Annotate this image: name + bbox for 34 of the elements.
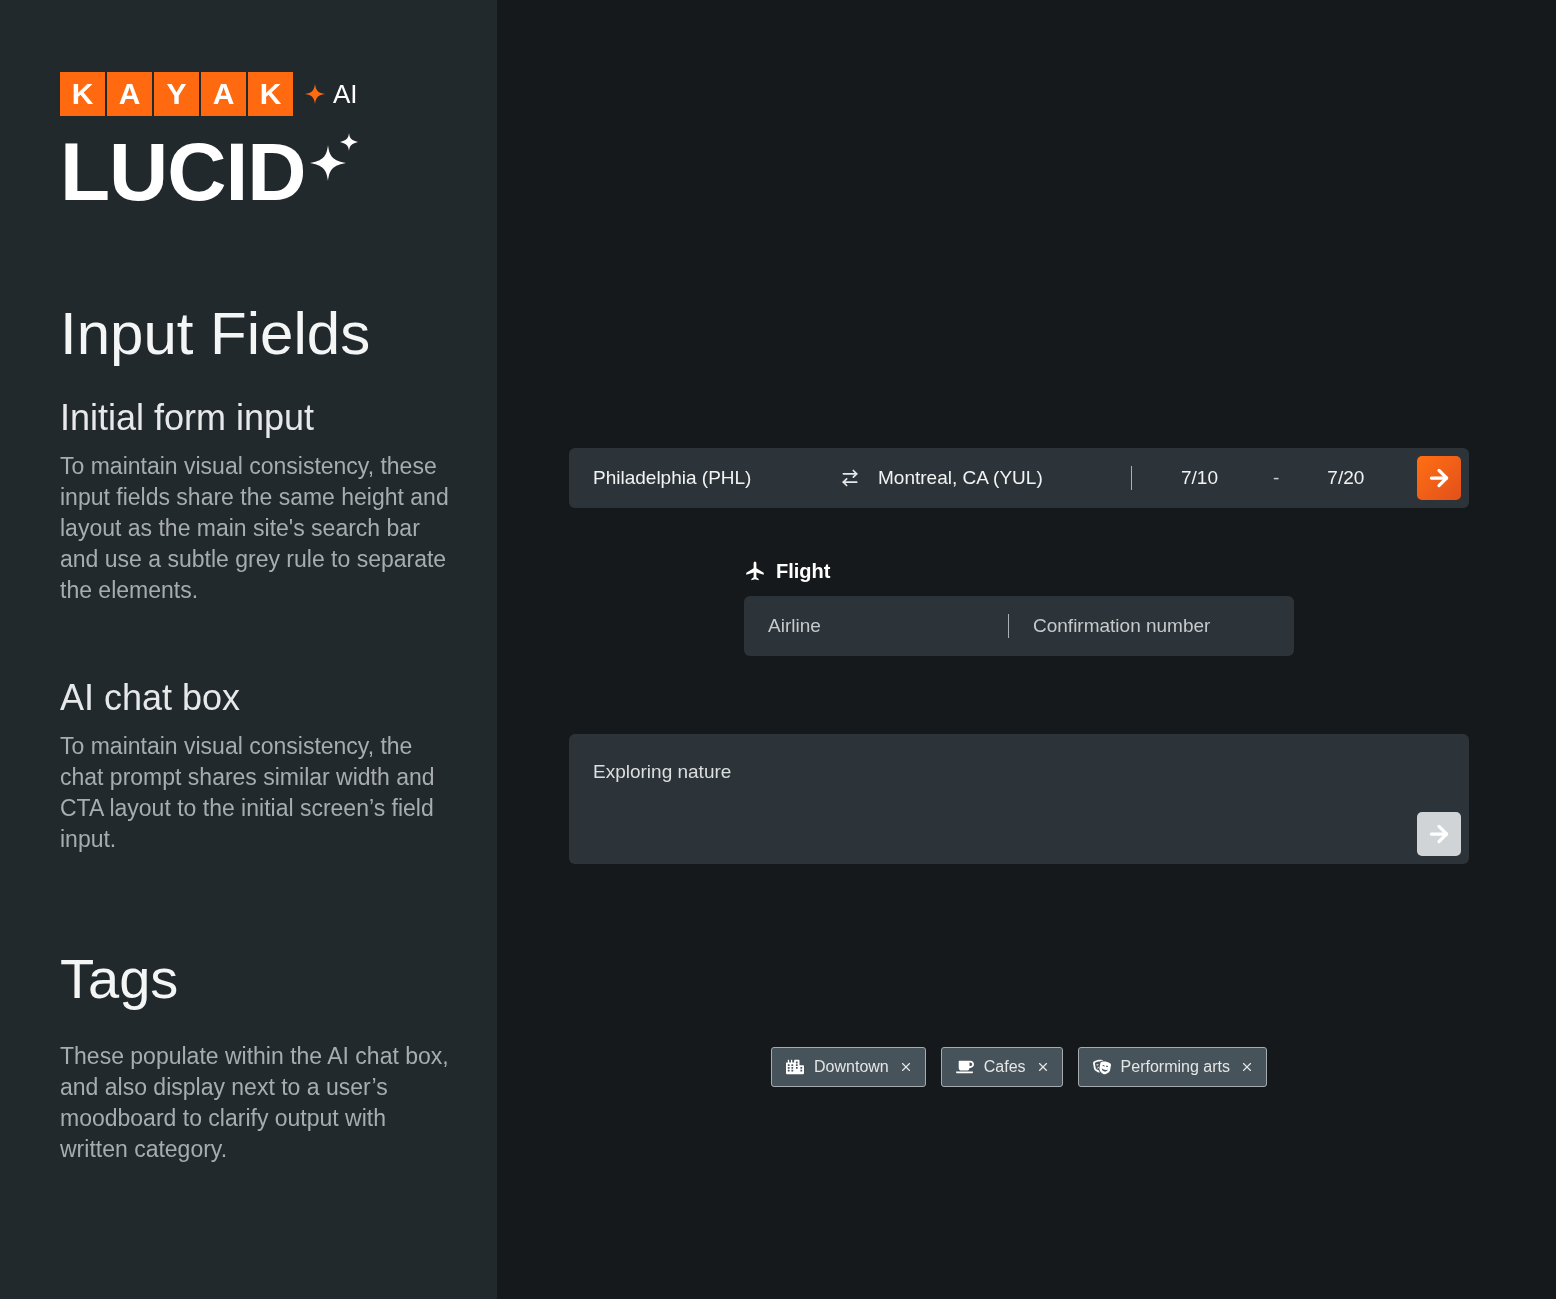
swap-icon[interactable] — [840, 468, 860, 488]
section-heading: Initial form input — [60, 396, 316, 440]
destination-field[interactable]: Montreal, CA (YUL) — [878, 463, 1118, 493]
sparkle-icon — [305, 84, 325, 104]
theater-masks-icon — [1092, 1058, 1111, 1076]
section-description: These populate within the AI chat box, and also display next to a user’s moodboard to clarify output with written category. — [60, 1041, 450, 1164]
logo-letter-tile: K — [60, 72, 105, 116]
logo-letter-tile: Y — [154, 72, 199, 116]
sparkles-icon — [309, 133, 358, 181]
tag-label: Downtown — [814, 1059, 889, 1075]
chat-input-field[interactable]: Exploring nature — [593, 760, 1405, 790]
page-title: Input Fields — [60, 299, 372, 368]
tag-label: Performing arts — [1120, 1059, 1230, 1075]
logo-letter-tile: K — [248, 72, 293, 116]
section-heading: Tags — [60, 946, 180, 1013]
date-separator: - — [1273, 465, 1280, 490]
coffee-cup-icon — [955, 1058, 974, 1076]
airline-field[interactable]: Airline — [768, 611, 998, 641]
search-button[interactable] — [1417, 456, 1461, 500]
confirmation-number-field[interactable]: Confirmation number — [1033, 611, 1283, 641]
logo-letter-tile: A — [201, 72, 246, 116]
logo-badge-text: AI — [333, 81, 358, 107]
section-heading: AI chat box — [60, 676, 242, 720]
airplane-icon — [744, 560, 766, 582]
section-description: To maintain visual consistency, these input fields share the same height and layout as the main site's search bar and use a subtle grey rule to separate the elements. — [60, 452, 450, 606]
logo-letter-tile: A — [107, 72, 152, 116]
buildings-icon — [786, 1058, 805, 1076]
tag-label: Cafes — [983, 1059, 1026, 1075]
flight-label: Flight — [776, 561, 831, 581]
depart-date-field[interactable]: 7/10 — [1181, 463, 1237, 493]
origin-field[interactable]: Philadelphia (PHL) — [593, 463, 833, 493]
section-description: To maintain visual consistency, the chat prompt shares similar width and CTA layout to the initial screen’s field input. — [60, 732, 436, 855]
return-date-field[interactable]: 7/20 — [1327, 463, 1384, 493]
product-wordmark: LUCID — [60, 131, 306, 213]
